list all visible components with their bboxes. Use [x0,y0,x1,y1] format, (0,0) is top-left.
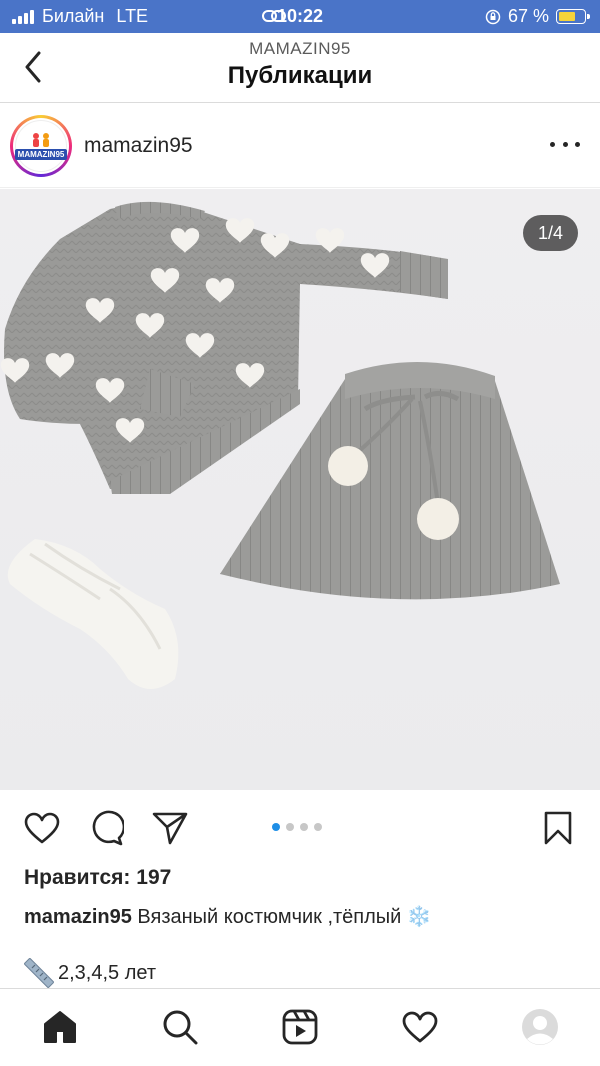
sizes-text: 2,3,4,5 лет [58,961,157,984]
kids-logo-icon [33,133,49,147]
nav-reels[interactable] [280,1007,320,1047]
post-caption: mamazin95 Вязаный костюмчик ,тёплый ❄️ [24,904,432,929]
post-header: MAMAZIN95 mamazin95 [0,104,600,188]
network-label: LTE [116,6,149,26]
carousel-dot [314,823,322,831]
post-actions [0,806,600,850]
header-subtitle: MAMAZIN95 [249,39,351,58]
more-button[interactable] [550,134,580,154]
home-icon [44,1011,76,1043]
post-sizes-line: 2,3,4,5 лет [24,958,156,988]
orientation-lock-icon [485,9,501,24]
profile-icon [522,1009,558,1045]
carousel-dot [300,823,308,831]
search-icon [163,1010,198,1045]
save-button[interactable] [538,808,578,848]
status-right: 67 % [485,6,590,27]
logo-text: MAMAZIN95 [14,149,68,160]
status-bar: Билайн LTE 10:22 67 % [0,0,600,33]
bookmark-icon [544,811,572,845]
avatar[interactable]: MAMAZIN95 [10,115,72,177]
post-username[interactable]: mamazin95 [84,134,193,158]
post-photo[interactable] [0,189,600,790]
share-button[interactable] [150,808,190,848]
reels-icon [282,1009,318,1045]
battery-percent: 67 % [507,6,549,26]
likes-count[interactable]: Нравится: 197 [24,866,171,890]
heart-icon [24,812,60,844]
slide-counter: 1/4 [523,215,578,251]
bottom-navigation [0,988,600,1066]
comment-icon [92,810,124,846]
caption-username[interactable]: mamazin95 [24,906,132,928]
more-horizontal-icon [550,141,555,147]
nav-home[interactable] [40,1007,80,1047]
comment-button[interactable] [86,808,126,848]
nav-search[interactable] [160,1007,200,1047]
carousel-dot-active [272,823,280,831]
caption-text: Вязаный костюмчик ,тёплый ❄️ [131,906,432,928]
share-icon [152,812,188,845]
carousel-dot [286,823,294,831]
ruler-icon [24,958,54,988]
knitted-outfit-image [0,201,560,689]
signal-icon [12,9,34,24]
brand-logo: MAMAZIN95 [14,120,68,172]
activity-heart-icon [402,1011,438,1043]
link-icon [262,10,286,22]
socks [7,539,179,689]
battery-icon [556,9,590,24]
nav-activity[interactable] [400,1007,440,1047]
like-button[interactable] [22,808,62,848]
page-title: Публикации [227,62,373,89]
carrier-label: Билайн [42,6,105,26]
carousel-indicator [272,823,322,831]
status-left: Билайн LTE [12,6,148,27]
page-header: MAMAZIN95 Публикации [0,33,600,103]
nav-profile[interactable] [520,1007,560,1047]
